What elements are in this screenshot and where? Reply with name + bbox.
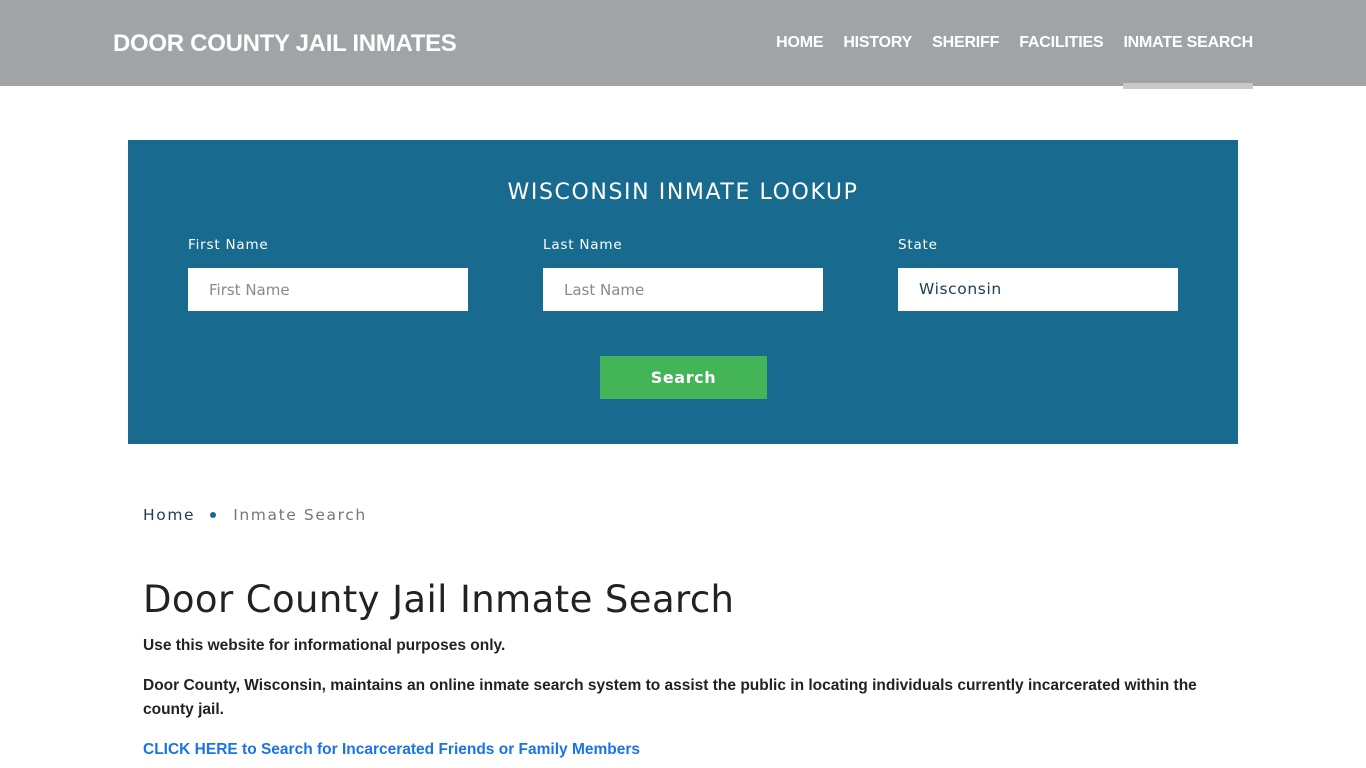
lookup-title: WISCONSIN INMATE LOOKUP — [507, 180, 859, 205]
search-button[interactable]: Search — [600, 356, 767, 399]
nav-sheriff[interactable]: SHERIFF — [932, 0, 999, 86]
last-name-input[interactable] — [543, 268, 823, 311]
nav-home[interactable]: HOME — [776, 0, 823, 86]
first-name-label: First Name — [188, 237, 269, 253]
inmate-lookup-panel: WISCONSIN INMATE LOOKUP First Name Last … — [128, 140, 1238, 444]
site-header: DOOR COUNTY JAIL INMATES HOME HISTORY SH… — [0, 0, 1366, 89]
state-select[interactable]: Wisconsin — [898, 268, 1178, 311]
description-text: Door County, Wisconsin, maintains an onl… — [143, 677, 1197, 718]
main-nav: HOME HISTORY SHERIFF FACILITIES INMATE S… — [756, 0, 1253, 89]
last-name-label: Last Name — [543, 237, 623, 253]
page-title: Door County Jail Inmate Search — [143, 578, 735, 621]
nav-facilities[interactable]: FACILITIES — [1019, 0, 1103, 86]
nav-history[interactable]: HISTORY — [843, 0, 912, 86]
site-logo-link[interactable]: DOOR COUNTY JAIL INMATES — [113, 30, 457, 58]
nav-inmate-search[interactable]: INMATE SEARCH — [1123, 0, 1253, 89]
breadcrumb-home[interactable]: Home — [143, 506, 195, 524]
disclaimer-text: Use this website for informational purpo… — [143, 637, 506, 654]
search-family-link[interactable]: CLICK HERE to Search for Incarcerated Fr… — [143, 738, 640, 762]
breadcrumb-separator-icon — [210, 512, 217, 518]
state-label: State — [898, 237, 938, 253]
breadcrumb: Home Inmate Search — [143, 506, 367, 524]
breadcrumb-current: Inmate Search — [233, 506, 367, 524]
first-name-input[interactable] — [188, 268, 468, 311]
